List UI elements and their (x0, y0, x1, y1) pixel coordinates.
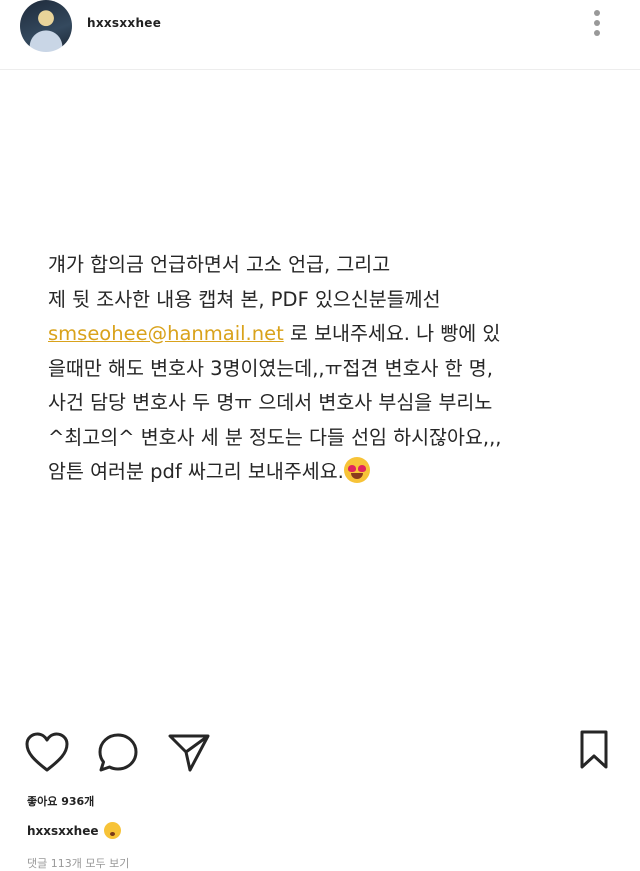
likes-count[interactable]: 좋아요 936개 (27, 793, 94, 809)
bookmark-icon[interactable] (578, 729, 610, 771)
send-icon[interactable] (166, 731, 212, 773)
post-text: 걔가 합의금 언급하면서 고소 언급, 그리고 제 뒷 조사한 내용 캡쳐 본,… (48, 248, 618, 490)
username[interactable]: hxxsxxhee (87, 16, 161, 30)
post-line-3: 로 보내주세요. 나 빵에 있 (283, 322, 501, 345)
post-line-4: 을때만 해도 변호사 3명이였는데,,ㅠ접견 변호사 한 명, (48, 356, 493, 380)
winking-kiss-emoji (104, 822, 122, 839)
post-line-1: 걔가 합의금 언급하면서 고소 언급, 그리고 (48, 253, 391, 276)
post-line-5: 사건 담당 변호사 두 명ㅠ 으데서 변호사 부심을 부리노 (48, 391, 493, 414)
caption-username[interactable]: hxxsxxhee (27, 824, 98, 838)
post-header: hxxsxxhee (0, 0, 640, 70)
heart-icon[interactable] (24, 731, 70, 773)
heart-eyes-emoji (343, 457, 370, 483)
post-line-2: 제 뒷 조사한 내용 캡쳐 본, PDF 있으신분들께선 (48, 287, 441, 311)
caption: hxxsxxhee (27, 822, 122, 839)
email-link[interactable]: smseohee@hanmail.net (48, 322, 284, 345)
view-comments-link[interactable]: 댓글 113개 모두 보기 (27, 855, 129, 871)
more-vertical-icon[interactable] (590, 10, 604, 42)
avatar[interactable] (20, 0, 72, 52)
post-line-7: 암튼 여러분 pdf 싸그리 보내주세요. (48, 460, 344, 483)
comment-icon[interactable] (96, 731, 140, 775)
post-line-6: ^최고의^ 변호사 세 분 정도는 다들 선임 하시잖아요,,, (48, 425, 502, 449)
